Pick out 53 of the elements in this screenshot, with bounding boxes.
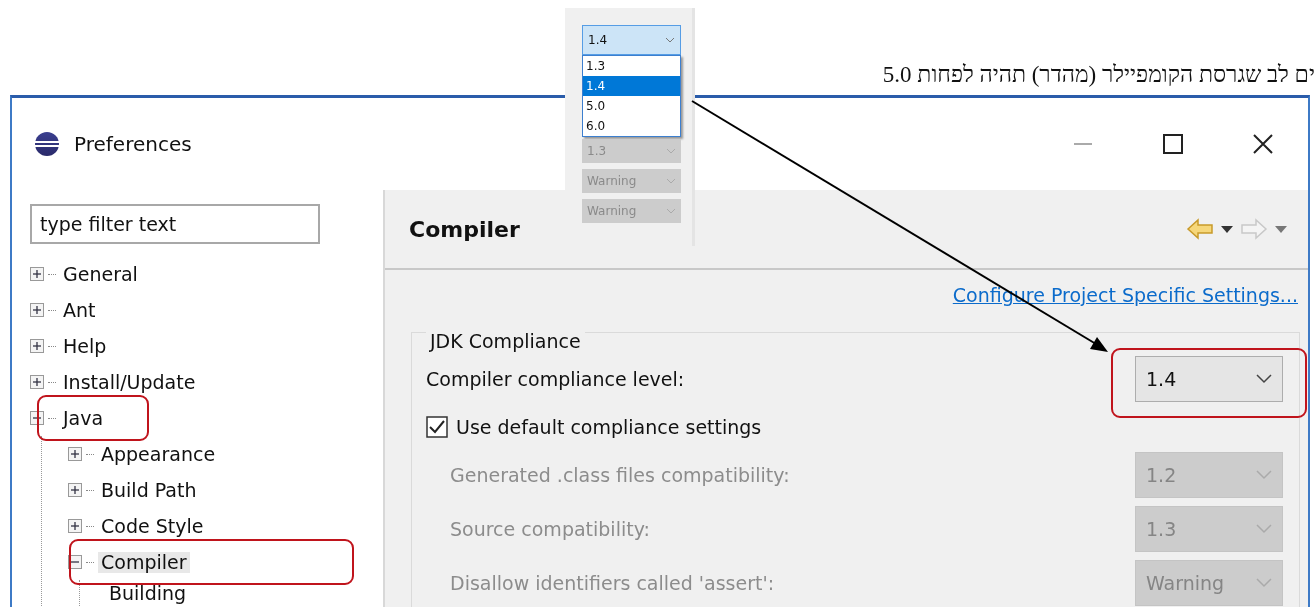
- version-option[interactable]: 6.0: [583, 116, 680, 136]
- version-option[interactable]: 1.3: [583, 56, 680, 76]
- tree-item[interactable]: Install/Update: [60, 371, 199, 393]
- sphere-icon: [34, 131, 60, 157]
- back-menu-button[interactable]: [1220, 224, 1234, 234]
- instruction-text: ים לב שגרסת הקומפיילר (מהדר) תהיה לפחות 5.0: [882, 62, 1315, 88]
- forward-menu-button[interactable]: [1274, 224, 1288, 234]
- chevron-icon: [665, 37, 675, 43]
- plus-box-icon[interactable]: [30, 303, 44, 317]
- version-dropdown[interactable]: 1.4: [582, 25, 681, 55]
- left-arrow-icon: [1186, 218, 1214, 240]
- page-title: Compiler: [409, 216, 520, 242]
- plus-box-icon[interactable]: [68, 519, 82, 533]
- caret-icon: [1274, 224, 1288, 234]
- chevron-icon: [666, 178, 676, 184]
- tree-item[interactable]: Compiler: [98, 551, 190, 573]
- plus-box-icon[interactable]: [68, 483, 82, 497]
- right-arrow-icon: [1240, 218, 1268, 240]
- chevron-icon: [1256, 470, 1272, 480]
- plus-box-icon[interactable]: [68, 447, 82, 461]
- version-dropdown[interactable]: 1.4: [1135, 356, 1283, 402]
- tree-item[interactable]: Code Style: [98, 515, 207, 537]
- version-option[interactable]: 1.4: [583, 76, 680, 96]
- tree-item[interactable]: Ant: [60, 299, 99, 321]
- field-label: Generated .class files compatibility:: [449, 464, 791, 486]
- plus-box-icon[interactable]: [30, 339, 44, 353]
- field-label: Compiler compliance level:: [426, 368, 686, 390]
- tree-item[interactable]: Building: [106, 583, 190, 604]
- tree-item[interactable]: Java: [60, 407, 107, 429]
- field-label: Disallow identifiers called 'assert':: [449, 572, 776, 594]
- field-label: Source compatibility:: [449, 518, 651, 540]
- tree-item[interactable]: Appearance: [98, 443, 219, 465]
- chevron-icon: [666, 148, 676, 154]
- chevron-icon: [1256, 578, 1272, 588]
- filter-field[interactable]: type filter text: [30, 204, 320, 244]
- version-option[interactable]: 5.0: [583, 96, 680, 116]
- checkbox-label: Use default compliance settings: [456, 416, 763, 438]
- window-title: Preferences: [74, 132, 192, 156]
- tree-item[interactable]: General: [60, 263, 141, 285]
- tree-item[interactable]: Help: [60, 335, 110, 357]
- checkbox[interactable]: [426, 416, 448, 438]
- chevron-icon: [666, 208, 676, 214]
- chevron-icon: [1256, 374, 1272, 384]
- plus-box-icon[interactable]: [30, 267, 44, 281]
- group-title: JDK Compliance: [426, 330, 585, 352]
- chevron-icon: [1256, 524, 1272, 534]
- close-icon: [1252, 133, 1274, 155]
- plus-box-icon[interactable]: [30, 375, 44, 389]
- caret-icon: [1220, 224, 1234, 234]
- back-button[interactable]: [1186, 218, 1214, 240]
- tree-item[interactable]: Build Path: [98, 479, 200, 501]
- minimize-icon: [1074, 143, 1092, 145]
- maximize-icon: [1162, 133, 1184, 155]
